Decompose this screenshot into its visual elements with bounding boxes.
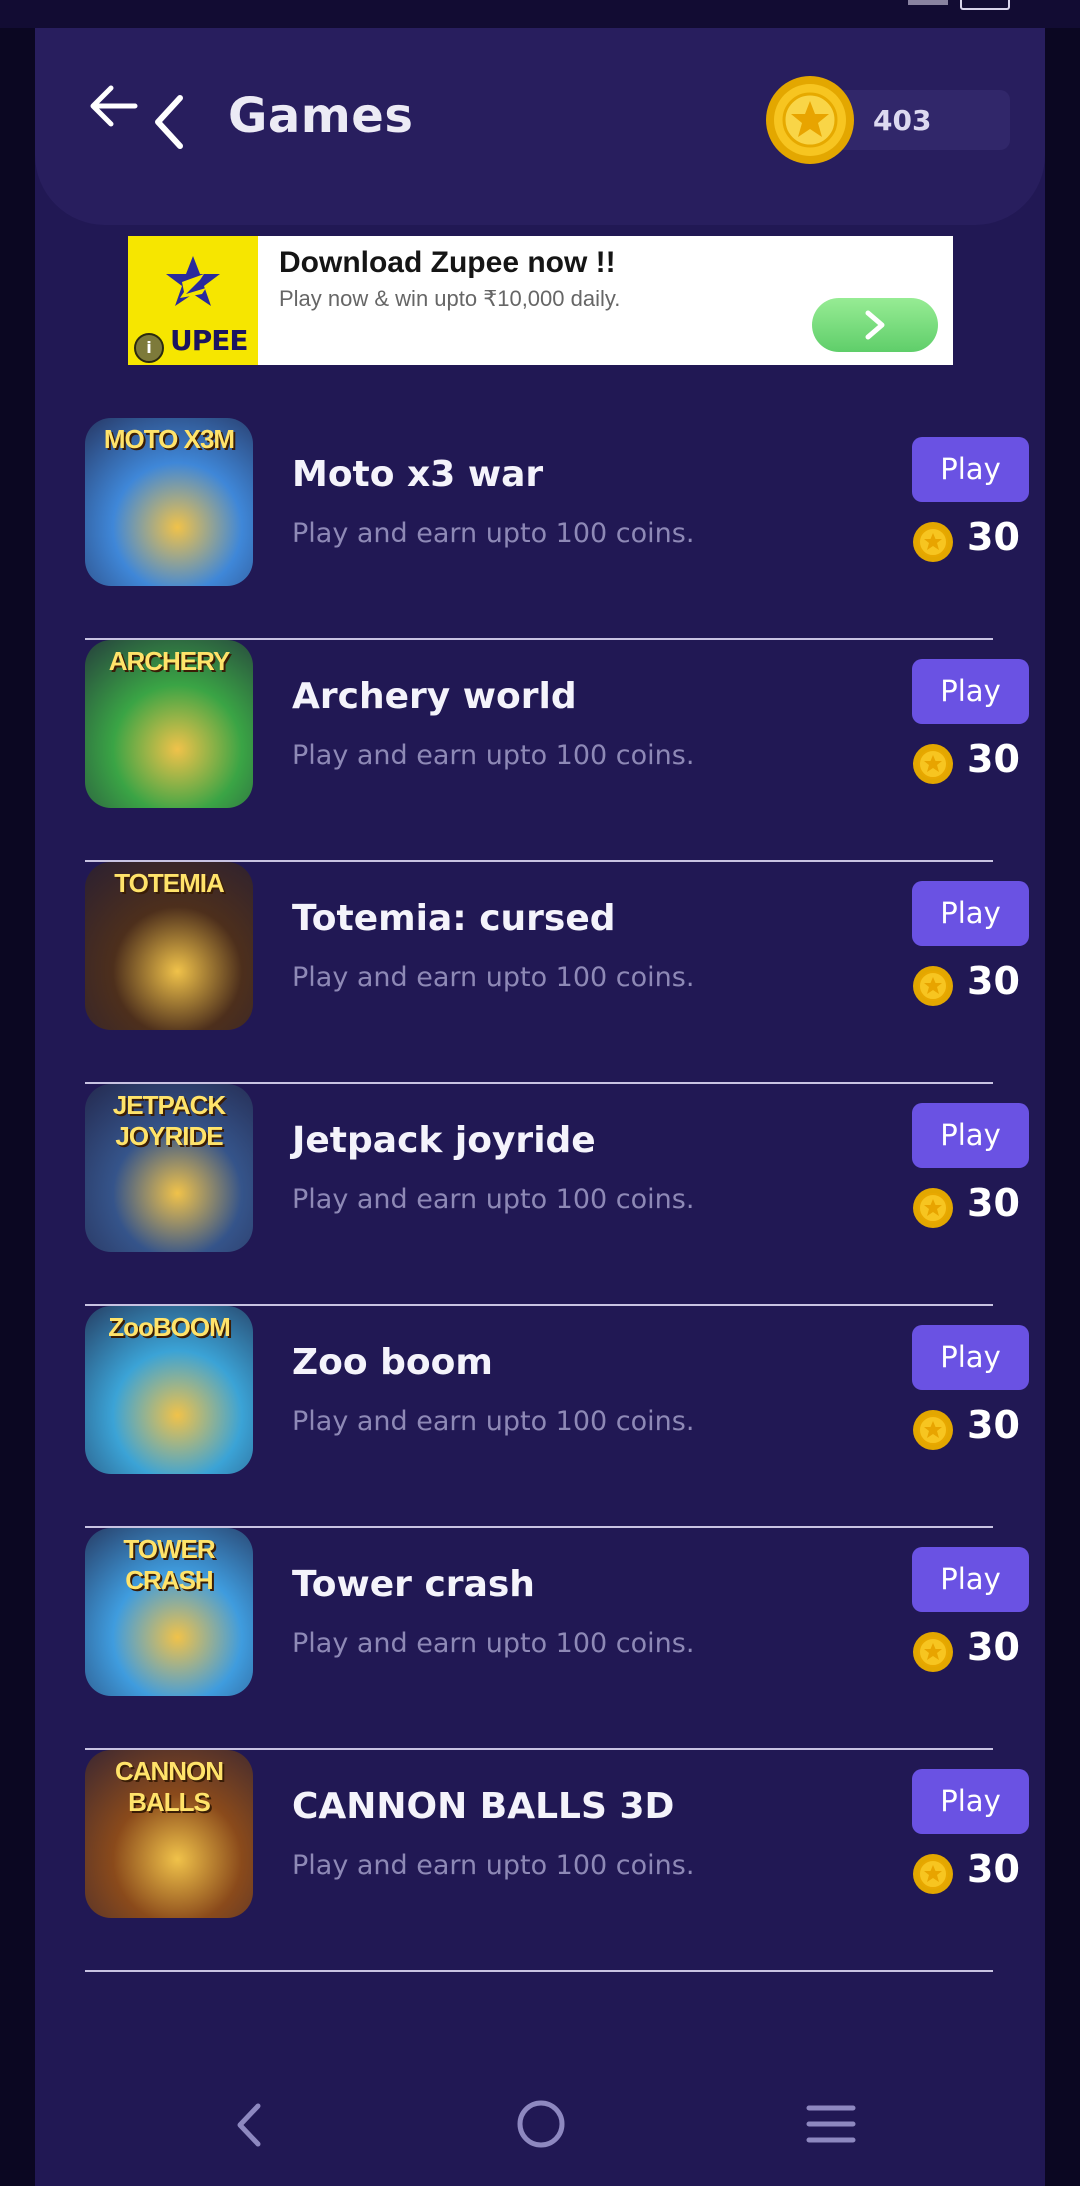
game-name: Tower crash xyxy=(292,1564,535,1605)
play-button[interactable]: Play xyxy=(912,881,1029,946)
nav-home-icon[interactable] xyxy=(515,2098,567,2150)
game-description: Play and earn upto 100 coins. xyxy=(292,1184,695,1215)
coin-icon xyxy=(913,744,953,784)
game-thumbnail[interactable]: MOTO X3M xyxy=(85,418,253,586)
ad-subtitle: Play now & win upto ₹10,000 daily. xyxy=(279,286,621,311)
game-thumbnail-label: CANNON BALLS xyxy=(114,1756,224,1817)
reward-coins: 30 xyxy=(967,959,1020,1003)
row-divider xyxy=(85,1970,993,1972)
game-description: Play and earn upto 100 coins. xyxy=(292,740,695,771)
game-name: CANNON BALLS 3D xyxy=(292,1786,675,1827)
game-name: Zoo boom xyxy=(292,1342,493,1383)
play-button[interactable]: Play xyxy=(912,1103,1029,1168)
coin-icon xyxy=(913,1632,953,1672)
game-thumbnail[interactable]: TOTEMIA xyxy=(85,862,253,1030)
coin-balance: 403 xyxy=(873,104,932,137)
play-button[interactable]: Play xyxy=(912,1547,1029,1612)
game-thumbnail-label: TOWER CRASH xyxy=(123,1534,215,1595)
play-button[interactable]: Play xyxy=(912,659,1029,724)
game-thumbnail-label: MOTO X3M xyxy=(103,424,235,454)
game-name: Moto x3 war xyxy=(292,454,544,495)
ad-logo-text: UPEE xyxy=(170,324,249,357)
game-name: Totemia: cursed xyxy=(292,898,616,939)
coin-icon xyxy=(913,1188,953,1228)
reward-coins: 30 xyxy=(967,1625,1020,1669)
coin-icon xyxy=(913,1410,953,1450)
reward-coins: 30 xyxy=(967,737,1020,781)
game-thumbnail[interactable]: CANNON BALLS xyxy=(85,1750,253,1918)
ad-logo: UPEE i xyxy=(128,236,258,365)
game-thumbnail[interactable]: JETPACK JOYRIDE xyxy=(85,1084,253,1252)
battery-icon xyxy=(960,0,1010,10)
game-row[interactable]: TOWER CRASH Tower crash Play and earn upto… xyxy=(85,1528,1029,1750)
coin-icon xyxy=(913,522,953,562)
nav-menu-icon[interactable] xyxy=(806,2102,856,2146)
game-thumbnail-label: ZooBOOM xyxy=(108,1312,231,1342)
play-button[interactable]: Play xyxy=(912,437,1029,502)
ad-go-button[interactable] xyxy=(812,298,938,352)
play-button[interactable]: Play xyxy=(912,1769,1029,1834)
reward-coins: 30 xyxy=(967,515,1020,559)
game-description: Play and earn upto 100 coins. xyxy=(292,1628,695,1659)
reward-coins: 30 xyxy=(967,1847,1020,1891)
status-bar xyxy=(0,0,1080,28)
system-nav-bar xyxy=(35,2070,1045,2186)
game-thumbnail[interactable]: ARCHERY xyxy=(85,640,253,808)
game-thumbnail[interactable]: ZooBOOM xyxy=(85,1306,253,1474)
ad-banner[interactable]: UPEE i Download Zupee now !! Play now & … xyxy=(128,236,953,365)
coin-icon xyxy=(913,966,953,1006)
play-button[interactable]: Play xyxy=(912,1325,1029,1390)
reward-coins: 30 xyxy=(967,1403,1020,1447)
game-name: Archery world xyxy=(292,676,577,717)
game-row[interactable]: CANNON BALLS CANNON BALLS 3D Play and earn… xyxy=(85,1750,1029,1972)
game-row[interactable]: TOTEMIA Totemia: cursed Play and earn upto… xyxy=(85,862,1029,1084)
zupee-logo-icon xyxy=(166,256,220,306)
game-description: Play and earn upto 100 coins. xyxy=(292,1850,695,1881)
game-thumbnail-label: TOTEMIA xyxy=(114,868,225,898)
game-thumbnail-label: ARCHERY xyxy=(108,646,231,676)
chevron-left-icon[interactable] xyxy=(150,92,190,152)
games-screen: Games 403 UPEE i Download Zupee now !! P… xyxy=(35,0,1045,2186)
ad-info-icon[interactable]: i xyxy=(134,333,164,363)
back-arrow-icon[interactable] xyxy=(87,80,139,132)
game-row[interactable]: MOTO X3M Moto x3 war Play and earn upto 10… xyxy=(85,418,1029,640)
chevron-right-icon xyxy=(865,310,885,340)
game-description: Play and earn upto 100 coins. xyxy=(292,1406,695,1437)
game-row[interactable]: ARCHERY Archery world Play and earn upto 1… xyxy=(85,640,1029,862)
page-title: Games xyxy=(228,88,414,144)
game-name: Jetpack joyride xyxy=(292,1120,596,1161)
game-thumbnail[interactable]: TOWER CRASH xyxy=(85,1528,253,1696)
game-row[interactable]: ZooBOOM Zoo boom Play and earn upto 100 co… xyxy=(85,1306,1029,1528)
game-row[interactable]: JETPACK JOYRIDE Jetpack joyride Play and e… xyxy=(85,1084,1029,1306)
ad-title: Download Zupee now !! xyxy=(279,246,616,279)
game-description: Play and earn upto 100 coins. xyxy=(292,962,695,993)
signal-icon xyxy=(908,0,948,5)
game-description: Play and earn upto 100 coins. xyxy=(292,518,695,549)
nav-back-icon[interactable] xyxy=(230,2100,270,2150)
coin-icon xyxy=(766,76,854,164)
reward-coins: 30 xyxy=(967,1181,1020,1225)
game-thumbnail-label: JETPACK JOYRIDE xyxy=(112,1090,226,1151)
coin-icon xyxy=(913,1854,953,1894)
